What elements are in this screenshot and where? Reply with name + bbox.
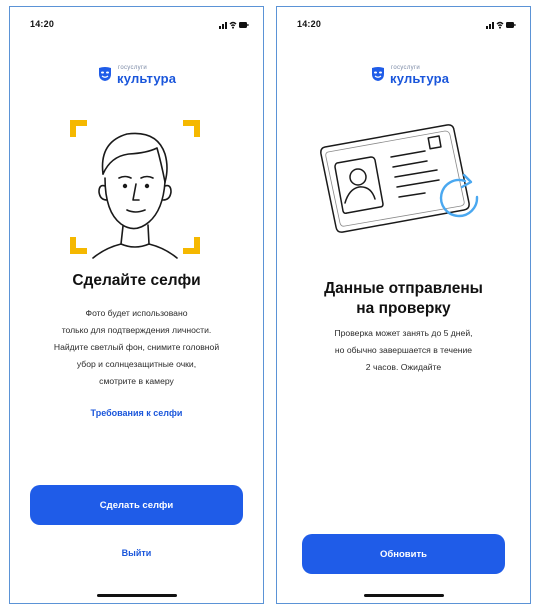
id-card-icon	[320, 124, 470, 233]
page-title: Данные отправлены на проверку	[287, 279, 520, 319]
home-indicator	[96, 594, 177, 597]
battery-icon	[506, 22, 516, 28]
wifi-icon	[496, 21, 504, 29]
face-outline-icon	[92, 132, 178, 259]
home-indicator	[363, 594, 444, 597]
status-bar: 14:20	[289, 19, 516, 33]
instructions-line: Фото будет использовано	[85, 308, 188, 318]
wifi-icon	[229, 21, 237, 29]
instructions-line: Найдите светлый фон, снимите головной	[53, 342, 220, 352]
theater-mask-icon	[372, 67, 384, 81]
logo-title: культура	[117, 71, 177, 86]
verification-text: Проверка может занять до 5 дней, но обыч…	[287, 325, 520, 376]
theater-mask-icon	[99, 67, 111, 81]
status-time: 14:20	[30, 19, 55, 29]
status-bar: 14:20	[22, 19, 249, 33]
status-icons	[219, 21, 249, 29]
instructions-line: убор и солнцезащитные очки,	[76, 359, 197, 369]
page-title: Сделайте селфи	[72, 272, 201, 289]
take-selfie-button[interactable]: Сделать селфи	[30, 485, 243, 525]
app-logo: госуслуги культура	[277, 62, 530, 86]
title-line: Данные отправлены	[324, 280, 483, 297]
status-icons	[486, 21, 516, 29]
exit-link[interactable]: Выйти	[10, 548, 263, 558]
verification-line: Проверка может занять до 5 дней,	[334, 328, 473, 338]
selfie-requirements-link[interactable]: Требования к селфи	[10, 408, 263, 418]
refresh-button[interactable]: Обновить	[302, 534, 505, 574]
face-frame-illustration	[70, 120, 200, 259]
status-time: 14:20	[297, 19, 322, 29]
cellular-signal-icon	[219, 22, 227, 29]
cellular-signal-icon	[486, 22, 494, 29]
id-card-illustration	[320, 124, 479, 233]
instructions-line: смотрите в камеру	[99, 376, 174, 386]
battery-icon	[239, 22, 249, 28]
phone-screen-selfie: 14:20 госуслуги культура Сделайте селфи …	[9, 6, 264, 604]
logo-title: культура	[390, 71, 450, 86]
title-line: на проверку	[356, 300, 451, 317]
instructions-line: только для подтверждения личности.	[61, 325, 212, 335]
app-logo: госуслуги культура	[10, 62, 263, 86]
instructions-text: Фото будет использовано только для подтв…	[20, 305, 253, 390]
phone-screen-verification: 14:20 госуслуги культура Данные отправле…	[276, 6, 531, 604]
verification-line: 2 часов. Ожидайте	[365, 362, 442, 372]
verification-line: но обычно завершается в течение	[334, 345, 473, 355]
